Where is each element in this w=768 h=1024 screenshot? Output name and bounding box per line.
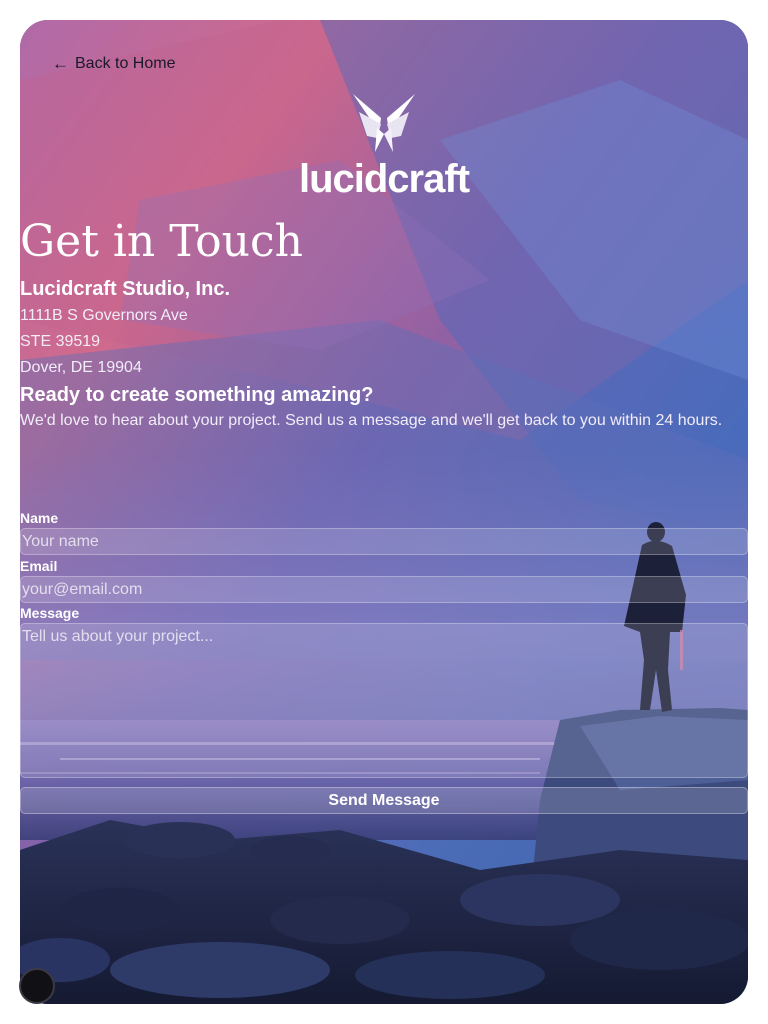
message-label: Message	[20, 605, 80, 621]
message-textarea[interactable]	[20, 623, 748, 778]
name-input[interactable]	[20, 528, 748, 555]
butterfly-logo-icon	[353, 94, 415, 152]
intro-body: We'd love to hear about your project. Se…	[20, 412, 723, 429]
arrow-left-icon: ←	[52, 54, 69, 73]
page-card: ← Back to Home lucidcraft Get in Touch L…	[20, 20, 748, 1004]
company-name: Lucidcraft Studio, Inc.	[20, 278, 231, 300]
email-input[interactable]	[20, 576, 748, 603]
floating-action-button[interactable]	[19, 968, 55, 1004]
address-line-3: Dover, DE 19904	[20, 359, 142, 376]
email-label: Email	[20, 558, 58, 574]
brand-name: lucidcraft	[298, 157, 470, 201]
address-line-2: STE 39519	[20, 333, 101, 350]
brand-logo: lucidcraft	[20, 92, 748, 200]
address-line-1: 1111B S Governors Ave	[20, 307, 188, 324]
intro-heading: Ready to create something amazing?	[20, 384, 374, 406]
name-label: Name	[20, 510, 59, 526]
send-message-button[interactable]: Send Message	[20, 787, 748, 814]
back-to-home-link[interactable]: ← Back to Home	[52, 54, 175, 74]
contact-content: ← Back to Home lucidcraft Get in Touch L…	[20, 20, 748, 1004]
back-to-home-label: Back to Home	[75, 55, 176, 72]
page-title: Get in Touch	[20, 216, 303, 267]
